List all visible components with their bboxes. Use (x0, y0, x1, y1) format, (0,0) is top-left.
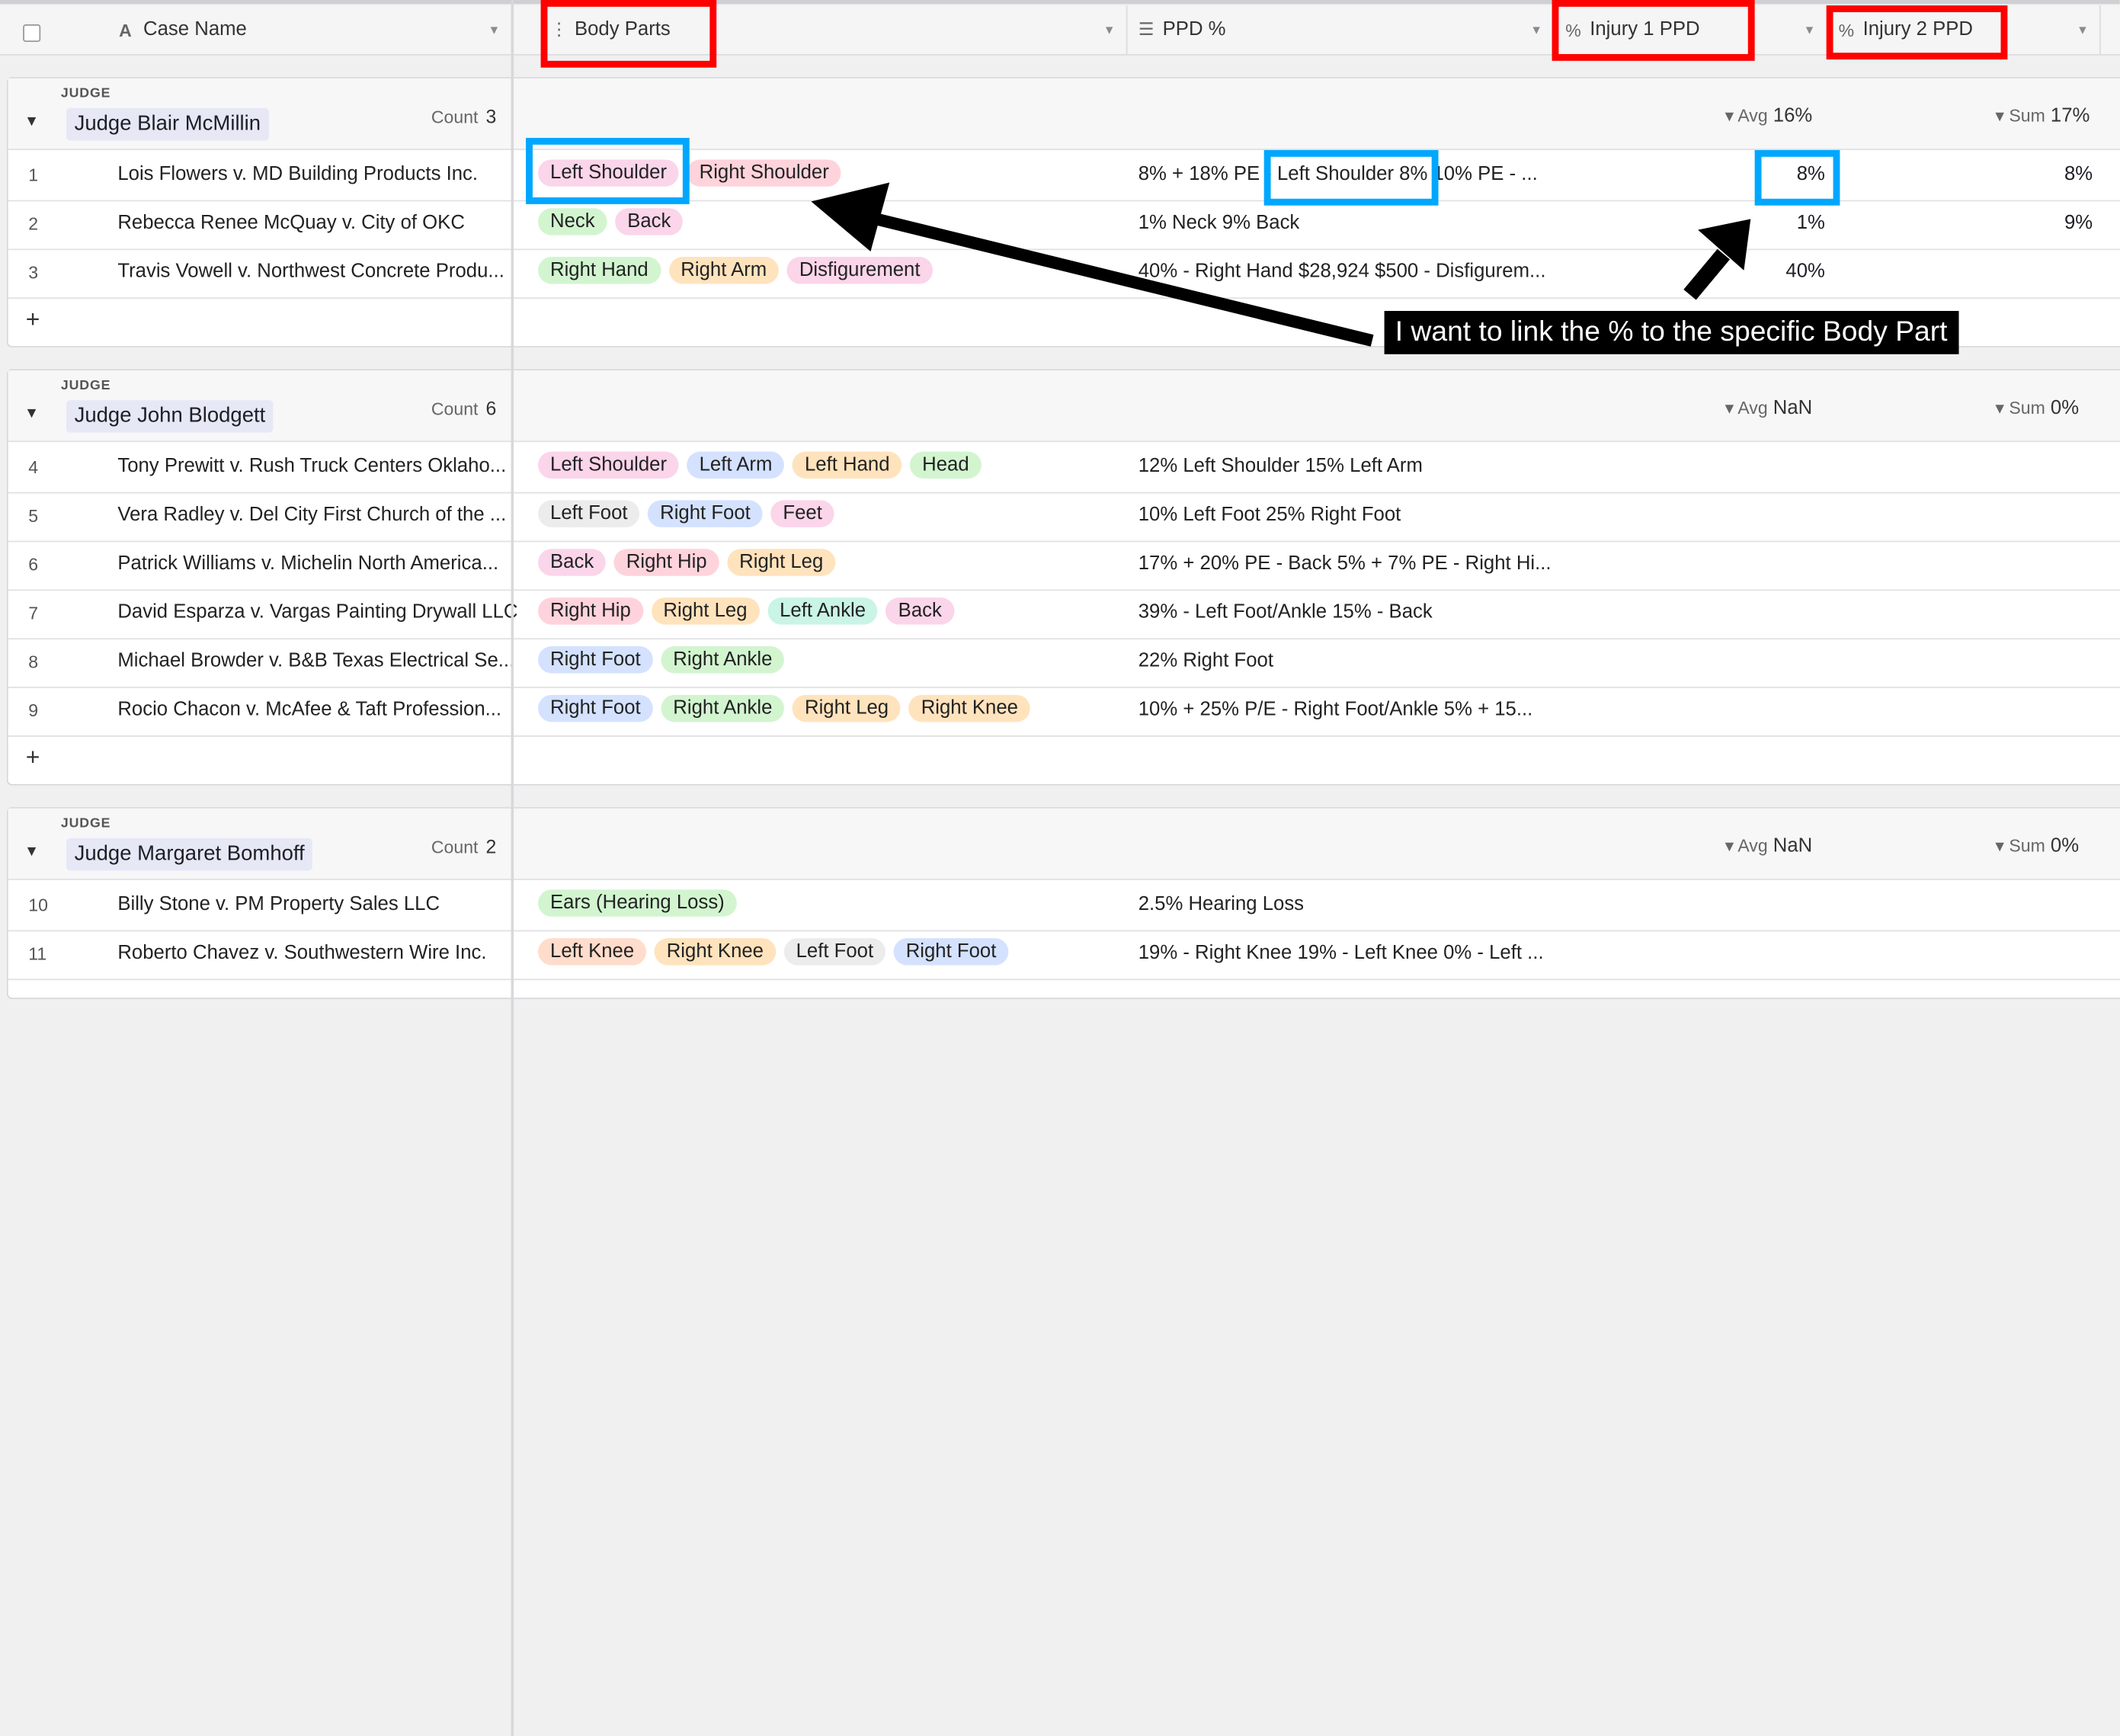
annotation-arrows (811, 182, 1751, 347)
annotation-arrowhead-left (811, 182, 890, 251)
annotation-arrow-right (1683, 248, 1731, 300)
annotation-callout: I want to link the % to the specific Bod… (1384, 311, 1958, 354)
grid-view: A Case Name ▼ ⋮ Body Parts ▼ ☰ PPD % ▼ %… (0, 0, 2120, 1736)
annotation-arrow-left (863, 210, 1374, 347)
